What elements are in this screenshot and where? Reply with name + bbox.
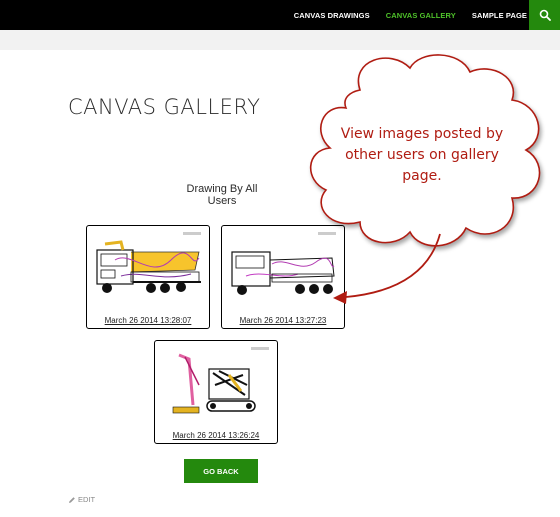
search-icon	[539, 9, 551, 21]
gallery-thumbnail[interactable]: March 26 2014 13:27:23	[221, 225, 345, 329]
search-button[interactable]	[529, 0, 560, 30]
header-band	[0, 30, 560, 50]
gallery-thumbnail[interactable]: March 26 2014 13:26:24	[154, 340, 278, 444]
truck-drawing-image	[231, 232, 336, 295]
edit-link[interactable]: EDIT	[68, 495, 95, 504]
pencil-icon	[69, 496, 75, 503]
callout-text: View images posted by other users on gal…	[340, 126, 504, 184]
nav-item-sample-page[interactable]: SAMPLE PAGE	[472, 11, 527, 20]
nav-item-canvas-gallery[interactable]: CANVAS GALLERY	[386, 11, 456, 20]
go-back-button[interactable]: GO BACK	[184, 459, 258, 483]
excavator-drawing-image	[172, 347, 269, 414]
gallery-thumbnail[interactable]: March 26 2014 13:28:07	[86, 225, 210, 329]
primary-menu: CANVAS DRAWINGS CANVAS GALLERY SAMPLE PA…	[278, 0, 527, 30]
thumbnail-caption-link[interactable]: March 26 2014 13:27:23	[222, 316, 344, 325]
truck-drawing-image	[96, 232, 201, 293]
top-navigation-bar: CANVAS DRAWINGS CANVAS GALLERY SAMPLE PA…	[0, 0, 560, 30]
thumbnail-caption-link[interactable]: March 26 2014 13:28:07	[87, 316, 209, 325]
page-title: CANVAS GALLERY	[68, 95, 261, 119]
nav-item-canvas-drawings[interactable]: CANVAS DRAWINGS	[294, 11, 370, 20]
gallery-section-label: Drawing By All Users	[186, 183, 258, 207]
edit-label: EDIT	[78, 495, 96, 504]
thumbnail-caption-link[interactable]: March 26 2014 13:26:24	[155, 431, 277, 440]
